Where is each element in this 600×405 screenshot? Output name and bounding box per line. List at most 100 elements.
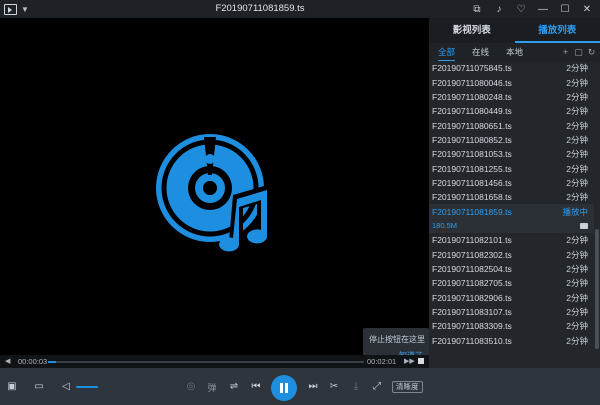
audio-disc-icon bbox=[155, 131, 275, 261]
playlist-item-duration: 2分钟 bbox=[566, 278, 588, 289]
pause-button[interactable] bbox=[271, 375, 297, 401]
stop-icon[interactable] bbox=[418, 358, 424, 364]
playlist-item[interactable]: F20190711080852.ts 2分钟 bbox=[429, 133, 594, 147]
download-icon[interactable]: ⤓ bbox=[349, 381, 363, 392]
playlist-item[interactable]: F20190711082101.ts 2分钟 bbox=[429, 233, 594, 247]
playlist-item-duration: 2分钟 bbox=[566, 235, 588, 246]
playlist-item-name: F20190711081255.ts bbox=[432, 163, 512, 174]
playlist-item-duration: 2分钟 bbox=[566, 91, 588, 102]
shirt-icon[interactable]: ♡ bbox=[510, 4, 532, 15]
playlist-item-duration: 2分钟 bbox=[566, 163, 588, 174]
playlist-item-duration: 2分钟 bbox=[566, 134, 588, 145]
playlist-item[interactable]: F20190711082705.ts 2分钟 bbox=[429, 276, 594, 290]
open-folder-icon[interactable] bbox=[580, 222, 588, 229]
playlist-item[interactable]: F20190711081053.ts 2分钟 bbox=[429, 147, 594, 161]
fullscreen-icon[interactable]: ⤢ bbox=[370, 381, 384, 392]
quality-button[interactable]: 清晰度 bbox=[392, 381, 423, 393]
playlist-item-name: F20190711083309.ts bbox=[432, 321, 512, 332]
playlist-item-name: F20190711081658.ts bbox=[432, 192, 512, 203]
playlist-item-name: F20190711081053.ts bbox=[432, 149, 512, 160]
tip-text: 停止按钮在这里 bbox=[369, 335, 425, 344]
maximize-icon[interactable]: ☐ bbox=[554, 4, 576, 15]
subtab-local[interactable]: 本地 bbox=[506, 43, 523, 61]
seek-track[interactable] bbox=[48, 361, 364, 363]
open-folder-icon[interactable]: ▭ bbox=[32, 381, 46, 392]
bell-icon[interactable]: ♪ bbox=[488, 4, 510, 15]
playlist-item-name: F20190711083107.ts bbox=[432, 307, 512, 318]
playlist-item[interactable]: F20190711081456.ts 2分钟 bbox=[429, 176, 594, 190]
playlist-item[interactable]: F20190711081658.ts 2分钟 bbox=[429, 190, 594, 204]
playlist-item-name: F20190711082906.ts bbox=[432, 292, 512, 303]
playlist-item-duration: 2分钟 bbox=[566, 77, 588, 88]
playlist-item[interactable]: F20190711083510.ts 2分钟 bbox=[429, 334, 594, 348]
playlist-item-name: F20190711083510.ts bbox=[432, 335, 512, 346]
video-area[interactable]: 停止按钮在这里 知道了 bbox=[0, 18, 429, 372]
playlist-item-name: 180.5M bbox=[432, 221, 458, 231]
subtab-online[interactable]: 在线 bbox=[472, 43, 489, 61]
playlist-item-duration: 2分钟 bbox=[566, 249, 588, 260]
playlist-item-duration: 2分钟 bbox=[566, 321, 588, 332]
fast-forward-icon[interactable]: ▶▶ bbox=[404, 357, 415, 365]
playlist-item-name: F20190711081456.ts bbox=[432, 177, 512, 188]
playlist-item[interactable]: F20190711083309.ts 2分钟 bbox=[429, 319, 594, 333]
volume-slider[interactable] bbox=[76, 386, 98, 388]
next-icon[interactable]: ⏭ bbox=[306, 381, 320, 392]
playlist-item[interactable]: F20190711083107.ts 2分钟 bbox=[429, 305, 594, 319]
playlist-item-duration: 播放中 bbox=[562, 206, 588, 217]
tab-video-list[interactable]: 影视列表 bbox=[429, 18, 515, 43]
volume-icon[interactable]: ◁ bbox=[59, 381, 73, 392]
playlist-item-duration: 2分钟 bbox=[566, 335, 588, 346]
playlist: F20190711075845.ts 2分钟 F20190711080046.ts 2… bbox=[429, 61, 594, 348]
playlist-item-duration: 2分钟 bbox=[566, 307, 588, 318]
playlist-item-name: F20190711080852.ts bbox=[432, 134, 512, 145]
add-icon[interactable]: + bbox=[559, 43, 572, 61]
subtab-all[interactable]: 全部 bbox=[438, 44, 456, 61]
playlist-item-duration: 2分钟 bbox=[566, 106, 588, 117]
file-icon[interactable]: ▢ bbox=[572, 43, 585, 61]
current-time: 00:00:03 bbox=[18, 357, 48, 366]
playlist-item-current[interactable]: F20190711081859.ts 播放中 bbox=[429, 204, 594, 219]
playlist-item-name: F20190711080248.ts bbox=[432, 91, 512, 102]
pin-icon[interactable]: ⧉ bbox=[466, 4, 488, 15]
playlist-item-name: F20190711080651.ts bbox=[432, 120, 512, 131]
playlist-item-name: F20190711081859.ts bbox=[432, 206, 512, 217]
playlist-item[interactable]: F20190711080651.ts 2分钟 bbox=[429, 118, 594, 132]
playlist-item-name: F20190711082504.ts bbox=[432, 263, 512, 274]
playlist-item-duration: 2分钟 bbox=[566, 63, 588, 74]
close-icon[interactable]: ✕ bbox=[576, 4, 598, 15]
playlist-item-name: F20190711082302.ts bbox=[432, 249, 512, 260]
playlist-item[interactable]: F20190711082504.ts 2分钟 bbox=[429, 262, 594, 276]
3d-icon[interactable]: ◎ bbox=[184, 381, 198, 392]
tab-playlist[interactable]: 播放列表 bbox=[514, 18, 600, 43]
window-title: F20190711081859.ts bbox=[215, 3, 305, 14]
minimize-icon[interactable]: — bbox=[532, 4, 554, 15]
danmaku-toggle[interactable]: 弹 bbox=[205, 381, 219, 394]
playlist-item[interactable]: F20190711080248.ts 2分钟 bbox=[429, 90, 594, 104]
playlist-item-duration: 2分钟 bbox=[566, 263, 588, 274]
playlist-item-name: F20190711080046.ts bbox=[432, 77, 512, 88]
playlist-item[interactable]: F20190711080046.ts 2分钟 bbox=[429, 75, 594, 89]
playlist-item[interactable]: F20190711075845.ts 2分钟 bbox=[429, 61, 594, 75]
equalizer-icon[interactable]: ⇌ bbox=[227, 381, 241, 392]
rewind-icon[interactable]: ◀ bbox=[5, 357, 10, 365]
playlist-item-duration: 2分钟 bbox=[566, 120, 588, 131]
playlist-item-duration: 2分钟 bbox=[566, 292, 588, 303]
playlist-scrollbar[interactable] bbox=[595, 229, 599, 349]
total-time: 00:02:01 bbox=[367, 357, 397, 366]
previous-icon[interactable]: ⏮ bbox=[249, 381, 263, 392]
playlist-item[interactable]: F20190711082302.ts 2分钟 bbox=[429, 247, 594, 261]
playlist-item-name: F20190711082101.ts bbox=[432, 235, 512, 246]
playlist-item[interactable]: F20190711082906.ts 2分钟 bbox=[429, 291, 594, 305]
refresh-icon[interactable]: ↻ bbox=[585, 43, 598, 61]
control-bar: ▣ ▭ ◁ ◎ 弹 ⇌ ⏮ ⏭ ✂ ⤓ ⤢ 清晰度 bbox=[0, 368, 600, 405]
playlist-item[interactable]: F20190711081255.ts 2分钟 bbox=[429, 161, 594, 175]
playlist-item[interactable]: F20190711080449.ts 2分钟 bbox=[429, 104, 594, 118]
playlist-item-name: F20190711075845.ts bbox=[432, 63, 512, 74]
scissors-icon[interactable]: ✂ bbox=[327, 381, 341, 392]
playlist-item-name: F20190711082705.ts bbox=[432, 278, 512, 289]
seek-fill bbox=[48, 361, 56, 363]
playlist-item-duration: 2分钟 bbox=[566, 149, 588, 160]
playlist-item-duration: 2分钟 bbox=[566, 177, 588, 188]
playlist-item-current-meta[interactable]: 180.5M bbox=[429, 218, 594, 234]
toolbox-icon[interactable]: ▣ bbox=[5, 381, 19, 392]
